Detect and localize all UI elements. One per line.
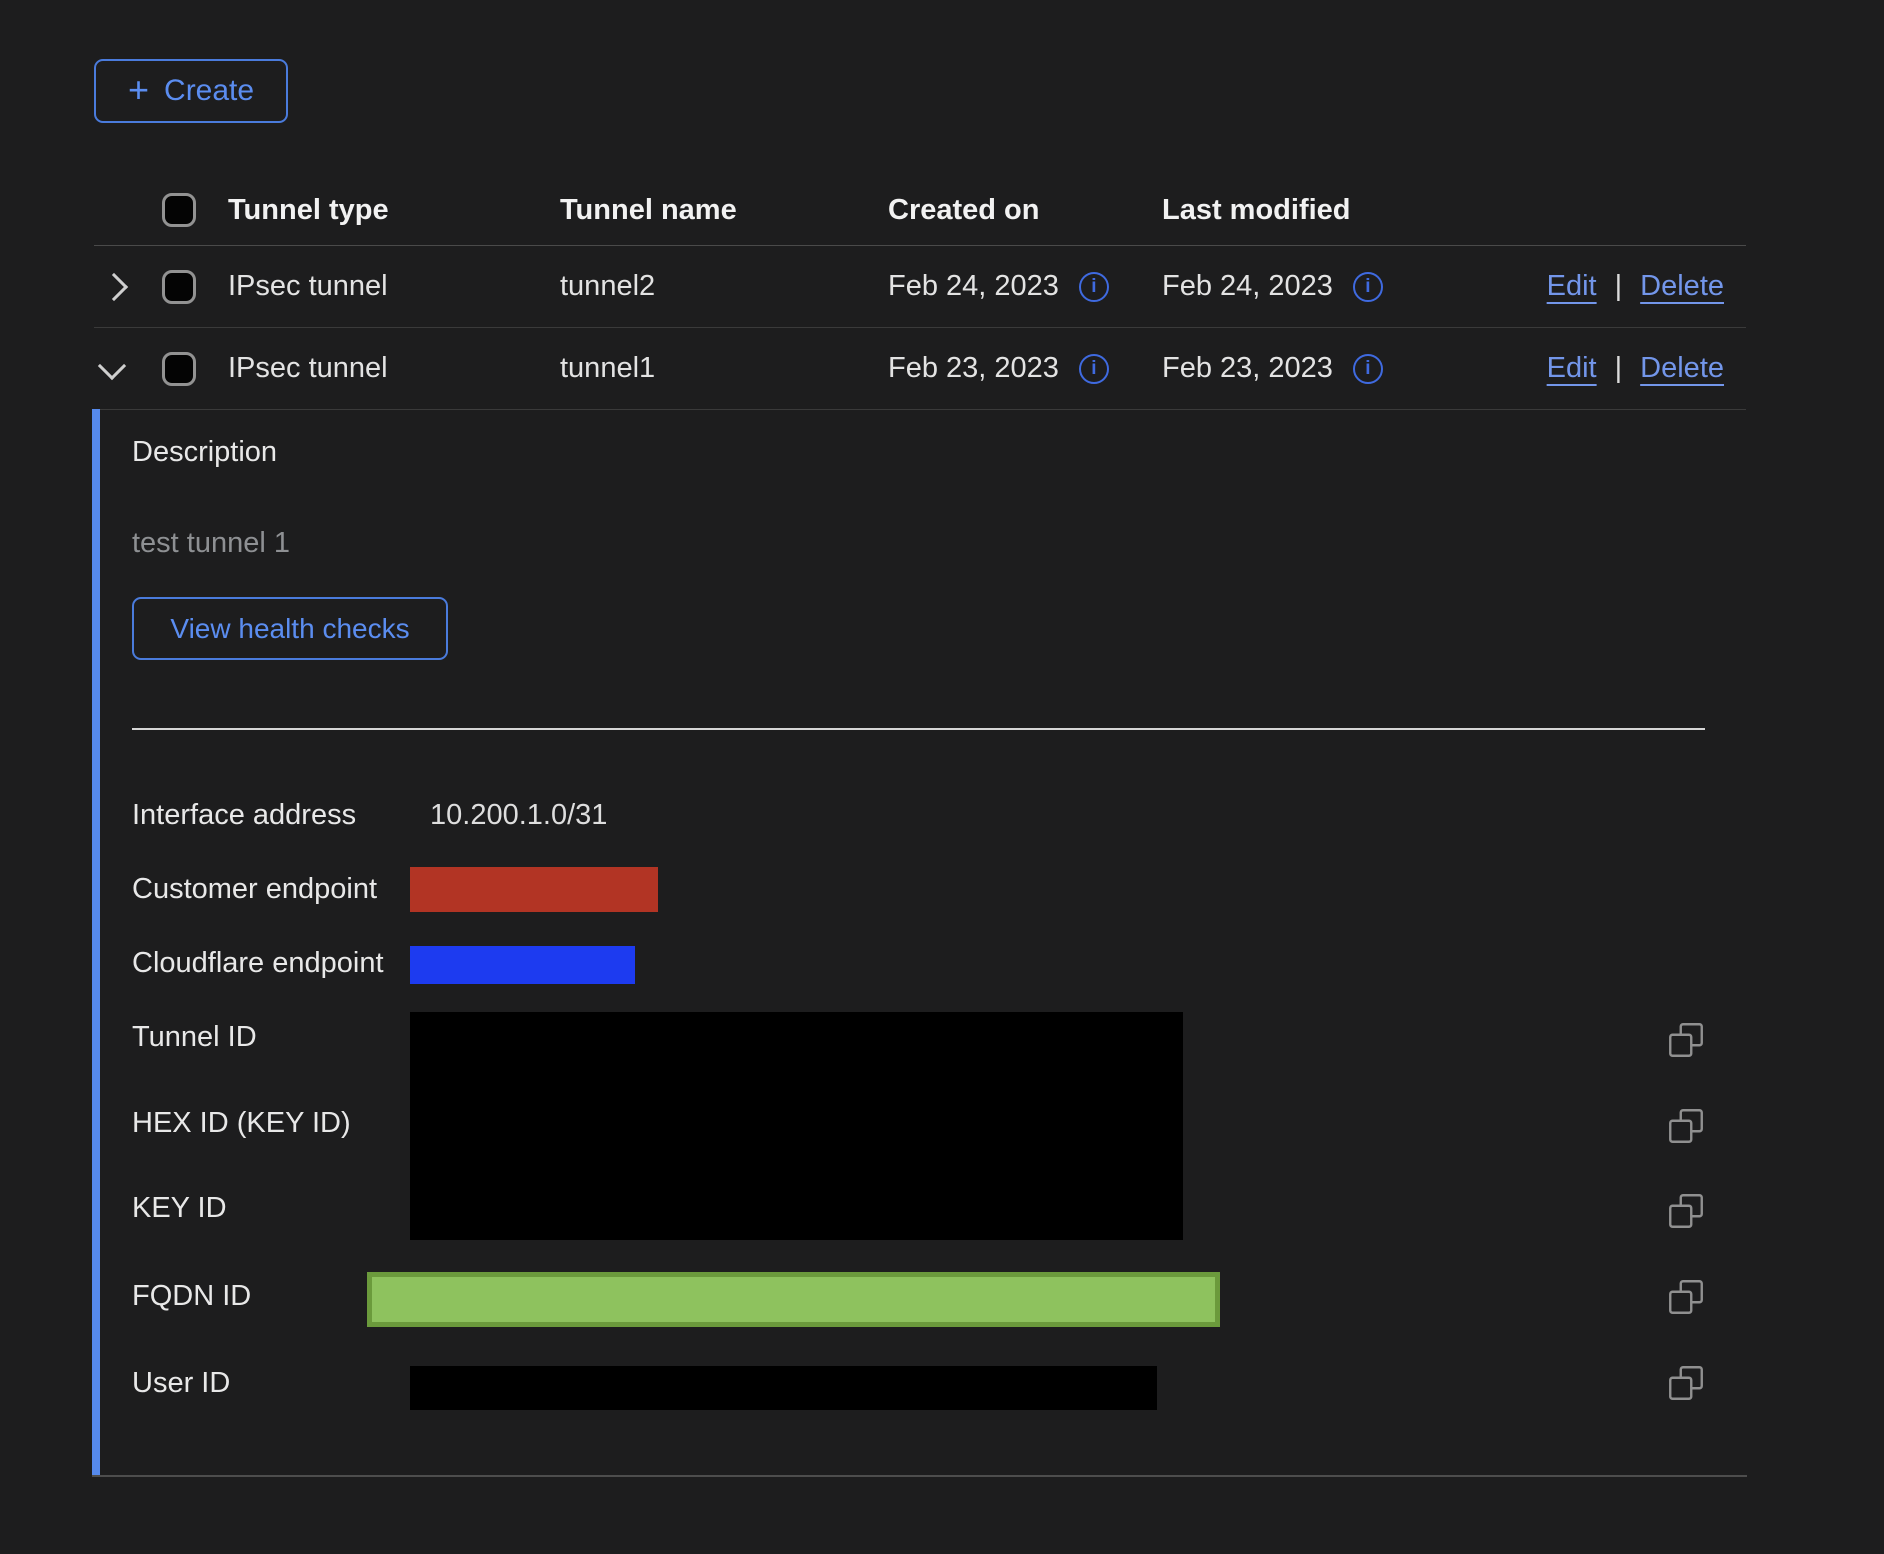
select-cell xyxy=(162,270,228,304)
interface-address-label: Interface address xyxy=(132,798,356,832)
cell-last-modified: Feb 23, 2023 i xyxy=(1162,352,1436,385)
select-cell xyxy=(162,352,228,386)
info-icon[interactable]: i xyxy=(1079,354,1109,384)
column-header-last-modified: Last modified xyxy=(1162,194,1436,227)
info-icon[interactable]: i xyxy=(1079,272,1109,302)
select-row-checkbox[interactable] xyxy=(162,270,196,304)
info-icon[interactable]: i xyxy=(1353,354,1383,384)
view-health-checks-button[interactable]: View health checks xyxy=(132,597,448,660)
actions-separator: | xyxy=(1615,352,1623,385)
customer-endpoint-redaction xyxy=(410,867,658,912)
column-header-tunnel-type: Tunnel type xyxy=(228,194,560,227)
select-row-checkbox[interactable] xyxy=(162,352,196,386)
chevron-down-icon[interactable] xyxy=(98,351,126,379)
last-modified-value: Feb 23, 2023 xyxy=(1162,352,1333,385)
create-button-label: Create xyxy=(164,74,254,108)
cell-tunnel-type: IPsec tunnel xyxy=(228,270,560,303)
actions-separator: | xyxy=(1615,270,1623,303)
cell-actions: Edit | Delete xyxy=(1436,352,1746,385)
copy-key-id-icon[interactable] xyxy=(1668,1193,1704,1229)
info-glyph: i xyxy=(1365,276,1370,298)
info-glyph: i xyxy=(1365,358,1370,380)
panel-divider xyxy=(132,728,1705,730)
delete-link[interactable]: Delete xyxy=(1640,270,1724,303)
cell-created-on: Feb 24, 2023 i xyxy=(888,270,1162,303)
select-all-checkbox[interactable] xyxy=(162,193,196,227)
last-modified-value: Feb 24, 2023 xyxy=(1162,270,1333,303)
created-on-value: Feb 24, 2023 xyxy=(888,270,1059,303)
copy-hex-id-icon[interactable] xyxy=(1668,1108,1704,1144)
delete-link[interactable]: Delete xyxy=(1640,352,1724,385)
column-header-tunnel-name: Tunnel name xyxy=(560,194,888,227)
cell-tunnel-type: IPsec tunnel xyxy=(228,352,560,385)
expanded-row-accent-bar xyxy=(92,409,100,1475)
cloudflare-endpoint-label: Cloudflare endpoint xyxy=(132,946,384,980)
info-icon[interactable]: i xyxy=(1353,272,1383,302)
copy-user-id-icon[interactable] xyxy=(1668,1365,1704,1401)
create-button[interactable]: + Create xyxy=(94,59,288,123)
description-value: test tunnel 1 xyxy=(132,526,290,560)
info-glyph: i xyxy=(1091,276,1096,298)
cell-last-modified: Feb 24, 2023 i xyxy=(1162,270,1436,303)
tunnel-detail-panel: Description test tunnel 1 View health ch… xyxy=(92,409,1747,1477)
edit-link[interactable]: Edit xyxy=(1547,270,1597,303)
customer-endpoint-label: Customer endpoint xyxy=(132,872,377,906)
description-label: Description xyxy=(132,435,277,469)
info-glyph: i xyxy=(1091,358,1096,380)
copy-tunnel-id-icon[interactable] xyxy=(1668,1022,1704,1058)
interface-address-value: 10.200.1.0/31 xyxy=(430,798,607,832)
expander-cell xyxy=(94,277,162,297)
cell-tunnel-name: tunnel2 xyxy=(560,270,888,303)
cloudflare-endpoint-redaction xyxy=(410,946,635,984)
chevron-right-icon[interactable] xyxy=(100,272,128,300)
tunnels-page: + Create Tunnel type Tunnel name Created… xyxy=(0,0,1884,1554)
tunnels-table: Tunnel type Tunnel name Created on Last … xyxy=(94,175,1746,410)
table-row-tunnel1: IPsec tunnel tunnel1 Feb 23, 2023 i Feb … xyxy=(94,328,1746,410)
table-row-tunnel2: IPsec tunnel tunnel2 Feb 24, 2023 i Feb … xyxy=(94,246,1746,328)
cell-tunnel-name: tunnel1 xyxy=(560,352,888,385)
ids-redaction-block xyxy=(410,1012,1183,1240)
cell-actions: Edit | Delete xyxy=(1436,270,1746,303)
cell-created-on: Feb 23, 2023 i xyxy=(888,352,1162,385)
hex-id-label: HEX ID (KEY ID) xyxy=(132,1106,351,1140)
copy-fqdn-id-icon[interactable] xyxy=(1668,1279,1704,1315)
fqdn-id-redaction xyxy=(367,1272,1220,1327)
edit-link[interactable]: Edit xyxy=(1547,352,1597,385)
key-id-label: KEY ID xyxy=(132,1191,227,1225)
expander-cell xyxy=(94,362,162,376)
user-id-redaction xyxy=(410,1366,1157,1410)
fqdn-id-label: FQDN ID xyxy=(132,1279,251,1313)
select-all-cell xyxy=(162,193,228,227)
plus-icon: + xyxy=(128,72,149,108)
tunnel-id-label: Tunnel ID xyxy=(132,1020,257,1054)
user-id-label: User ID xyxy=(132,1366,230,1400)
table-header-row: Tunnel type Tunnel name Created on Last … xyxy=(94,175,1746,246)
column-header-created-on: Created on xyxy=(888,194,1162,227)
created-on-value: Feb 23, 2023 xyxy=(888,352,1059,385)
